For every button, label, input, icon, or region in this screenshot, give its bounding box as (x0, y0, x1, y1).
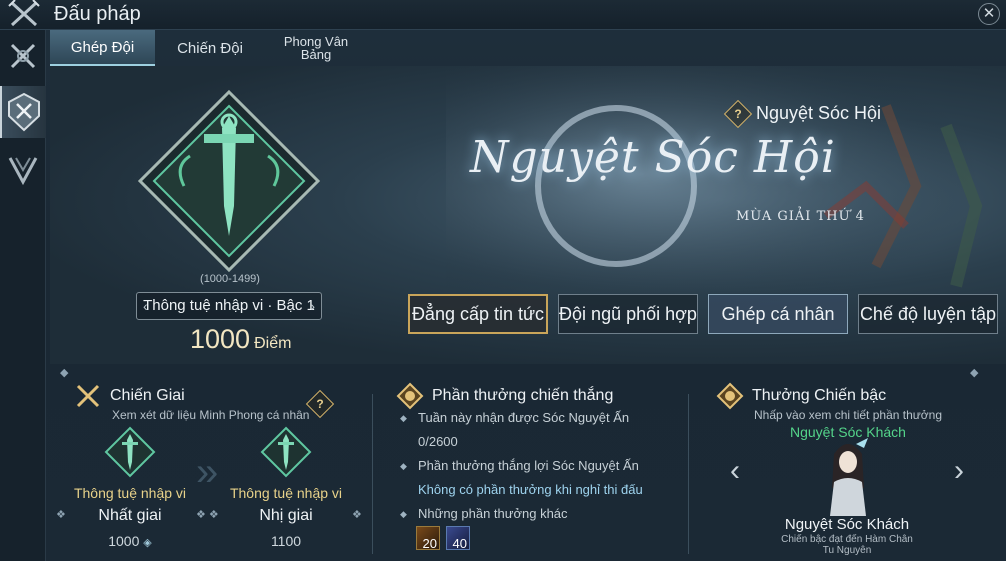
rail-item-chevron[interactable] (0, 144, 46, 196)
title-bar: Đấu pháp ✕ (0, 0, 1006, 30)
tier-grade: Nhị giai (259, 507, 313, 524)
rail-item-rank[interactable] (0, 86, 46, 138)
bottom-panels: ◆ ◆ Chiến Giai ? Xem xét dữ liệu Minh Ph… (50, 364, 1006, 561)
divider-dots: ❖ (56, 509, 66, 521)
chevron-right-icon[interactable]: › (954, 454, 964, 488)
chevron-emblem-icon (8, 157, 38, 186)
list-item: Phần thưởng thắng lợi Sóc Nguyệt Ấn (400, 454, 690, 478)
panel-divider (688, 394, 689, 554)
mode-button-label: Đội ngũ phối hợp (559, 303, 697, 324)
reward-description: Chiến bậc đạt đến Hàm Chân Tu Nguyên (781, 534, 913, 556)
mode-info-link[interactable]: ? Nguyệt Sóc Hội (723, 99, 882, 128)
rank-reward-subtitle: Nhấp vào xem chi tiết phần thưởng (754, 408, 943, 422)
panel-divider (372, 394, 373, 554)
chien-giai-label: Chiến Giai (110, 387, 185, 404)
rank-shield-icon (8, 92, 40, 132)
sword-emblem-icon (104, 426, 156, 478)
chevron-left-icon[interactable]: ‹ (143, 293, 148, 319)
window-title: Đấu pháp (54, 3, 141, 25)
rank-name-selector[interactable]: ‹ Thông tuệ nhập vi · Bậc 1 › (136, 292, 322, 320)
tab-ghep-doi[interactable]: Ghép Đội (50, 30, 155, 66)
tier-points: 1100 (270, 533, 302, 549)
medal-icon (716, 382, 744, 410)
rank-reward-label: Thưởng Chiến bậc (752, 387, 887, 404)
chien-giai-title[interactable]: Chiến Giai (74, 382, 185, 410)
crossed-swords-icon (10, 43, 36, 69)
question-icon[interactable]: ? (305, 389, 335, 419)
chien-giai-subtitle: Xem xét dữ liệu Minh Phong cá nhân (112, 408, 310, 422)
mode-button-solo[interactable]: Ghép cá nhân (708, 294, 848, 334)
rail-item-duel[interactable] (0, 30, 46, 82)
tier-card[interactable]: Thông tuệ nhập vi Nhị giai 1100 (226, 426, 346, 549)
crossed-swords-icon (76, 384, 100, 408)
tier-card[interactable]: Thông tuệ nhập vi Nhất giai 1000 ◈ (70, 426, 190, 549)
reward-items: 20 40 (416, 526, 470, 550)
list-item: Những phần thưởng khác (400, 502, 690, 526)
list-item: Tuần này nhận được Sóc Nguyệt Ấn (400, 406, 690, 430)
character-portrait[interactable] (820, 438, 876, 516)
rank-range: (1000-1499) (200, 273, 260, 285)
victory-rewards-list: Tuần này nhận được Sóc Nguyệt Ấn 0/2600 … (400, 406, 690, 526)
mode-button-label: Đẳng cấp tin tức (411, 303, 545, 324)
divider-dots: ❖ (352, 509, 362, 521)
tier-name: Thông tuệ nhập vi (73, 485, 187, 501)
tab-bar: Ghép Đội Chiến Đội Phong Vân Bảng (50, 30, 1006, 66)
reward-item[interactable]: 40 (446, 526, 470, 550)
tier-points: 1000 ◈ (108, 533, 152, 549)
tier-name: Thông tuệ nhập vi (229, 485, 343, 501)
rank-emblem[interactable] (134, 86, 324, 276)
list-item: 0/2600 (418, 434, 458, 449)
side-rail (0, 30, 46, 561)
mode-logo-text: Nguyệt Sóc Hội (470, 132, 836, 183)
mode-info-label: Nguyệt Sóc Hội (756, 103, 882, 123)
victory-rewards-label: Phần thưởng chiến thắng (432, 387, 614, 404)
hero-area: (1000-1499) ‹ Thông tuệ nhập vi · Bậc 1 … (50, 66, 1006, 364)
tab-phong-van-bang[interactable]: Phong Vân Bảng (268, 30, 364, 66)
chevron-left-icon[interactable]: ‹ (730, 454, 740, 488)
mode-button-label: Ghép cá nhân (721, 303, 835, 324)
close-button[interactable]: ✕ (978, 3, 1000, 25)
close-icon: ✕ (982, 5, 996, 22)
rank-points-unit: Điểm (254, 335, 292, 352)
sword-emblem-icon (137, 89, 321, 273)
tab-label-line2: Bảng (300, 47, 332, 62)
chevron-right-icon[interactable]: › (310, 293, 315, 319)
chevron-right-icon: » (196, 450, 219, 494)
tab-chien-doi[interactable]: Chiến Đội (160, 30, 260, 66)
mode-button-rank-news[interactable]: Đẳng cấp tin tức (408, 294, 548, 334)
season-label: MÙA GIẢI THỨ 4 (736, 209, 865, 224)
rank-points: 1000 Điểm (190, 324, 370, 355)
reward-item[interactable]: 20 (416, 526, 440, 550)
banner-artwork (446, 66, 1006, 306)
mode-button-label: Chế độ luyện tập (859, 303, 997, 324)
mode-button-team[interactable]: Đội ngũ phối hợp (558, 294, 698, 334)
rank-points-value: 1000 (190, 324, 251, 354)
divider-dots: ◆ (970, 367, 979, 379)
divider-dots: ◆ (60, 367, 69, 379)
rank-name-label: Thông tuệ nhập vi · Bậc 1 (143, 297, 315, 314)
list-item: Không có phần thưởng khi nghỉ thi đấu (418, 482, 643, 497)
rank-reward-title[interactable]: Thưởng Chiến bậc (716, 382, 886, 410)
mode-button-practice[interactable]: Chế độ luyện tập (858, 294, 998, 334)
game-window: Đấu pháp ✕ Ghép Đội Chiến Đội Phong Vân … (0, 0, 1006, 561)
sword-emblem-icon (260, 426, 312, 478)
tier-grade: Nhất giai (98, 507, 162, 524)
crossed-swords-icon (6, 0, 46, 28)
tab-label: Chiến Đội (177, 39, 243, 57)
tab-label: Ghép Đội (70, 38, 135, 56)
divider-dots: ❖ ❖ (196, 509, 219, 521)
reward-character-name: Nguyệt Sóc Khách (784, 516, 910, 533)
question-icon: ? (723, 99, 753, 128)
